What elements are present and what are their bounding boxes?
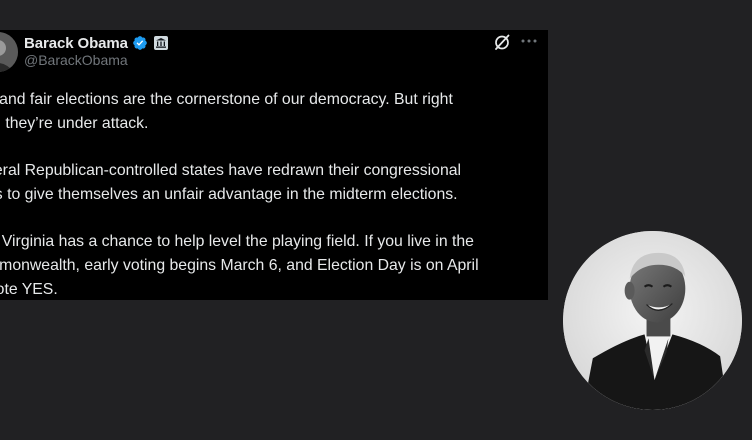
- tweet-line: veral Republican-controlled states have …: [0, 162, 462, 179]
- author-handle[interactable]: @BarackObama: [24, 52, 128, 68]
- government-building-icon[interactable]: [153, 36, 168, 50]
- tweet-paragraph: e and fair elections are the cornerstone…: [0, 88, 546, 136]
- tweet-line: w, they’re under attack.: [0, 115, 149, 132]
- portrait-photo: [563, 231, 742, 410]
- tweet-line: Vote YES.: [0, 281, 58, 298]
- tweet-paragraph: veral Republican-controlled states have …: [0, 159, 546, 207]
- author-display-name[interactable]: Barack Obama: [24, 35, 128, 52]
- author-name-row: Barack Obama: [24, 33, 168, 53]
- tweet-line: ps to give themselves an unfair advantag…: [0, 186, 458, 203]
- grok-icon[interactable]: [493, 33, 511, 51]
- more-options-icon[interactable]: [519, 31, 539, 51]
- tweet-line: mmonwealth, early voting begins March 6,…: [0, 257, 479, 274]
- verified-badge-icon[interactable]: [132, 35, 148, 51]
- author-avatar[interactable]: [0, 32, 18, 72]
- tweet-card[interactable]: Barack Obama @BarackObama e and fair ele…: [0, 30, 548, 300]
- tweet-line: e and fair elections are the cornerstone…: [0, 91, 453, 108]
- tweet-line: w Virginia has a chance to help level th…: [0, 233, 474, 250]
- tweet-paragraph: w Virginia has a chance to help level th…: [0, 230, 546, 300]
- avatar-image: [0, 32, 18, 72]
- tweet-text: e and fair elections are the cornerstone…: [0, 88, 546, 300]
